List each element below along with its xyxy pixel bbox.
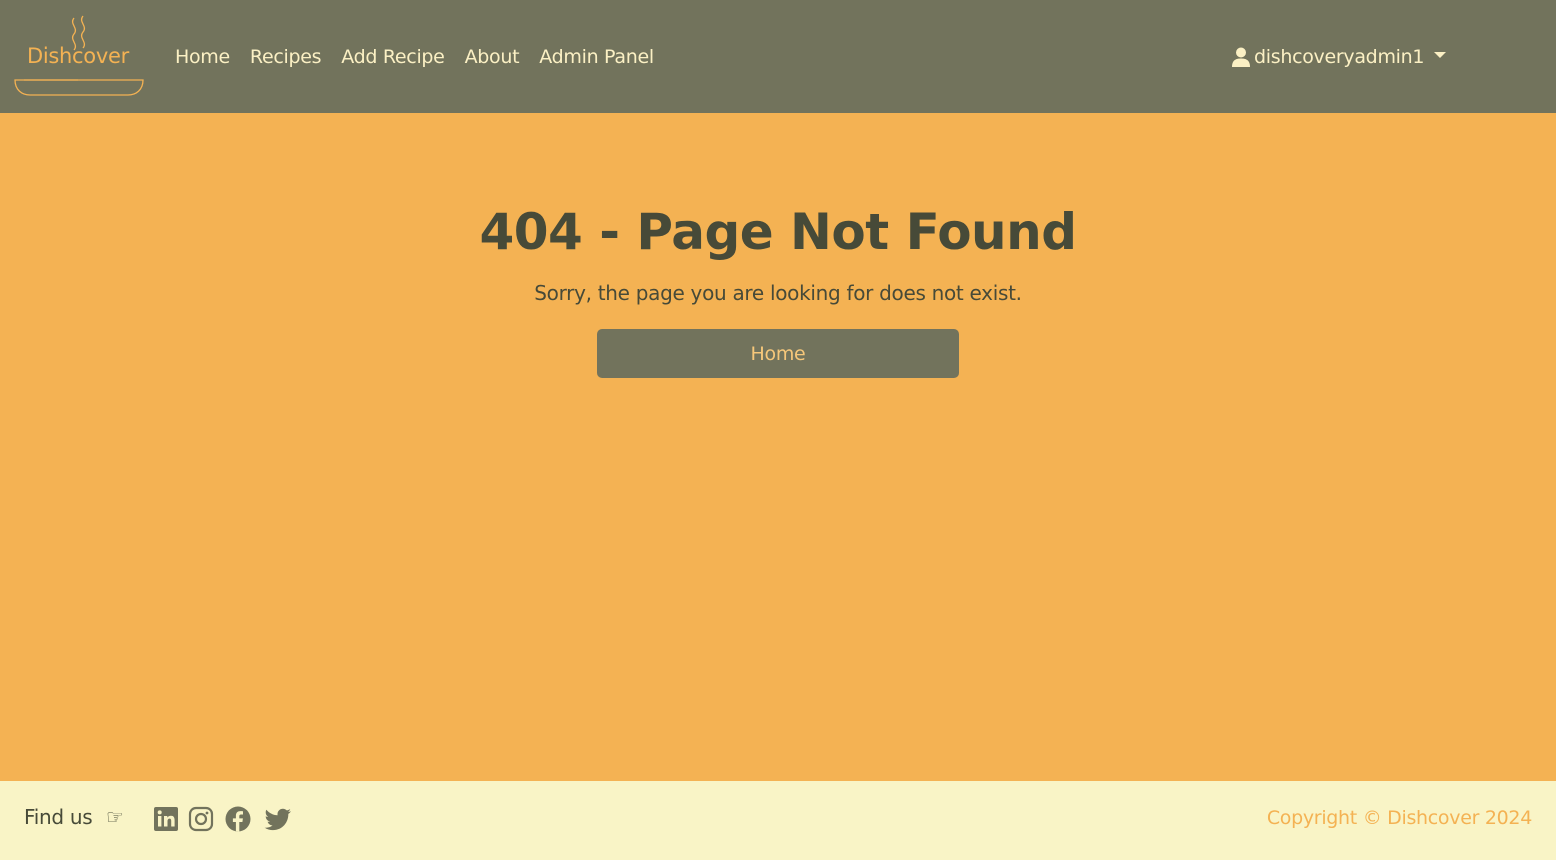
home-button[interactable]: Home [597,329,959,378]
pointing-hand-icon: ☞ [106,805,124,829]
nav-about[interactable]: About [455,46,530,68]
footer: Find us ☞ Copyright © Dishcover 2024 [0,781,1556,860]
copyright-text: Copyright © Dishcover 2024 [1266,807,1532,829]
username-label: dishcoveryadmin1 [1254,45,1425,68]
nav-home[interactable]: Home [165,46,240,68]
twitter-icon[interactable] [264,806,292,832]
facebook-icon[interactable] [225,806,251,832]
navbar: Dishcover Home Recipes Add Recipe About … [0,0,1556,113]
error-title: 404 - Page Not Found [479,203,1077,261]
linkedin-icon[interactable] [153,806,179,832]
error-message: Sorry, the page you are looking for does… [534,281,1022,305]
nav-admin-panel[interactable]: Admin Panel [529,46,664,68]
find-us-label: Find us [24,805,93,829]
nav-recipes[interactable]: Recipes [240,46,331,68]
main-content: 404 - Page Not Found Sorry, the page you… [0,113,1556,781]
logo-text: Dishcover [27,44,129,68]
nav-links: Home Recipes Add Recipe About Admin Pane… [165,0,664,113]
nav-add-recipe[interactable]: Add Recipe [331,46,454,68]
instagram-icon[interactable] [188,806,214,832]
user-icon [1232,47,1250,67]
user-menu-dropdown[interactable]: dishcoveryadmin1 [1232,0,1447,113]
dishcover-logo[interactable]: Dishcover [12,14,146,100]
caret-down-icon [1434,51,1447,58]
